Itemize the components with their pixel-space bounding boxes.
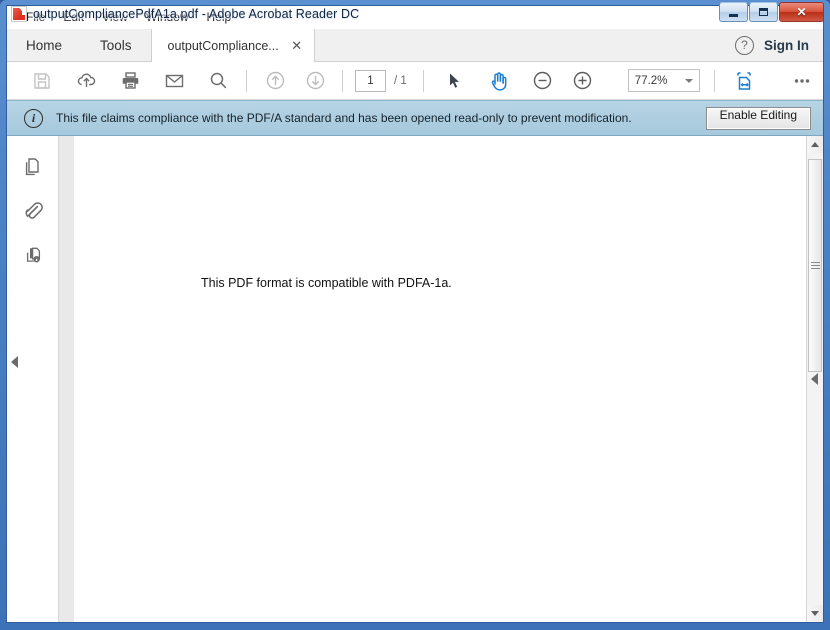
toolbar-separator-4	[714, 70, 715, 92]
scrollbar-grip	[811, 260, 820, 271]
collapse-navigation-pane-handle[interactable]	[11, 356, 18, 368]
document-area: This PDF format is compatible with PDFA-…	[7, 136, 823, 622]
tab-document[interactable]: outputCompliance... ✕	[151, 29, 315, 62]
email-envelope-icon[interactable]	[159, 66, 189, 96]
chevron-down-icon	[685, 79, 693, 83]
collapse-right-pane-handle[interactable]	[811, 373, 818, 385]
toolbar-separator-1	[246, 70, 247, 92]
close-icon: ✕	[780, 3, 823, 21]
zoom-level-value: 77.2%	[635, 75, 685, 87]
more-tools-ellipsis-icon[interactable]	[787, 66, 817, 96]
sign-in-button[interactable]: Sign In	[764, 38, 809, 53]
tab-document-label: outputCompliance...	[168, 39, 279, 53]
upload-to-cloud-icon[interactable]	[71, 66, 101, 96]
info-icon: i	[24, 109, 43, 128]
acrobat-app-icon	[11, 6, 27, 22]
page-thumbnails-icon[interactable]	[16, 151, 50, 181]
window-controls: ✕	[719, 2, 824, 22]
scroll-down-arrow-icon[interactable]	[807, 605, 823, 622]
zoom-in-icon[interactable]	[568, 66, 598, 96]
close-icon[interactable]: ✕	[290, 39, 304, 53]
zoom-out-icon[interactable]	[528, 66, 558, 96]
pdf-page-text: This PDF format is compatible with PDFA-…	[201, 276, 452, 290]
standards-info-icon[interactable]	[16, 239, 50, 269]
minimize-button[interactable]	[719, 2, 748, 22]
scroll-up-arrow-icon[interactable]	[807, 136, 823, 153]
enable-editing-button[interactable]: Enable Editing	[706, 107, 811, 130]
vertical-scrollbar[interactable]	[806, 136, 823, 622]
tab-tools[interactable]: Tools	[81, 29, 151, 61]
close-button[interactable]: ✕	[779, 2, 824, 22]
minimize-icon	[720, 3, 747, 21]
notification-message: This file claims compliance with the PDF…	[56, 111, 706, 125]
maximize-button[interactable]	[749, 2, 778, 22]
previous-page-arrow-icon	[260, 66, 290, 96]
print-icon[interactable]	[115, 66, 145, 96]
window-title: outputCompliancePdfA1a.pdf - Adobe Acrob…	[33, 7, 359, 21]
application-window: File Edit View Window Help Home Tools ou…	[0, 0, 830, 630]
maximize-icon	[750, 3, 777, 21]
search-magnifier-icon[interactable]	[203, 66, 233, 96]
page-total-label: / 1	[394, 75, 407, 87]
window-client-area: File Edit View Window Help Home Tools ou…	[6, 5, 824, 623]
toolbar-separator-2	[342, 70, 343, 92]
attachments-paperclip-icon[interactable]	[16, 195, 50, 225]
hand-pan-icon[interactable]	[484, 66, 514, 96]
page-number-input[interactable]: 1	[355, 70, 386, 92]
tab-bar-actions: ? Sign In	[735, 29, 823, 61]
pdf-page: This PDF format is compatible with PDFA-…	[74, 136, 806, 622]
zoom-level-dropdown[interactable]: 77.2%	[628, 69, 700, 92]
scrollbar-track[interactable]	[807, 153, 823, 605]
save-floppy-icon	[27, 66, 57, 96]
pdfa-compliance-notification-bar: i This file claims compliance with the P…	[7, 100, 823, 136]
scrollbar-thumb[interactable]	[808, 159, 822, 372]
next-page-arrow-icon	[300, 66, 330, 96]
tab-bar: Home Tools outputCompliance... ✕ ? Sign …	[7, 29, 823, 62]
fit-page-width-icon[interactable]	[729, 66, 759, 96]
tab-home[interactable]: Home	[7, 29, 81, 61]
navigation-pane-rail	[7, 136, 59, 622]
tab-bar-spacer	[315, 29, 735, 61]
page-viewport[interactable]: This PDF format is compatible with PDFA-…	[59, 136, 806, 622]
help-question-icon[interactable]: ?	[735, 36, 754, 55]
title-bar: outputCompliancePdfA1a.pdf - Adobe Acrob…	[0, 0, 830, 28]
main-toolbar: 1 / 1	[7, 62, 823, 100]
toolbar-separator-3	[423, 70, 424, 92]
select-cursor-icon[interactable]	[440, 66, 470, 96]
